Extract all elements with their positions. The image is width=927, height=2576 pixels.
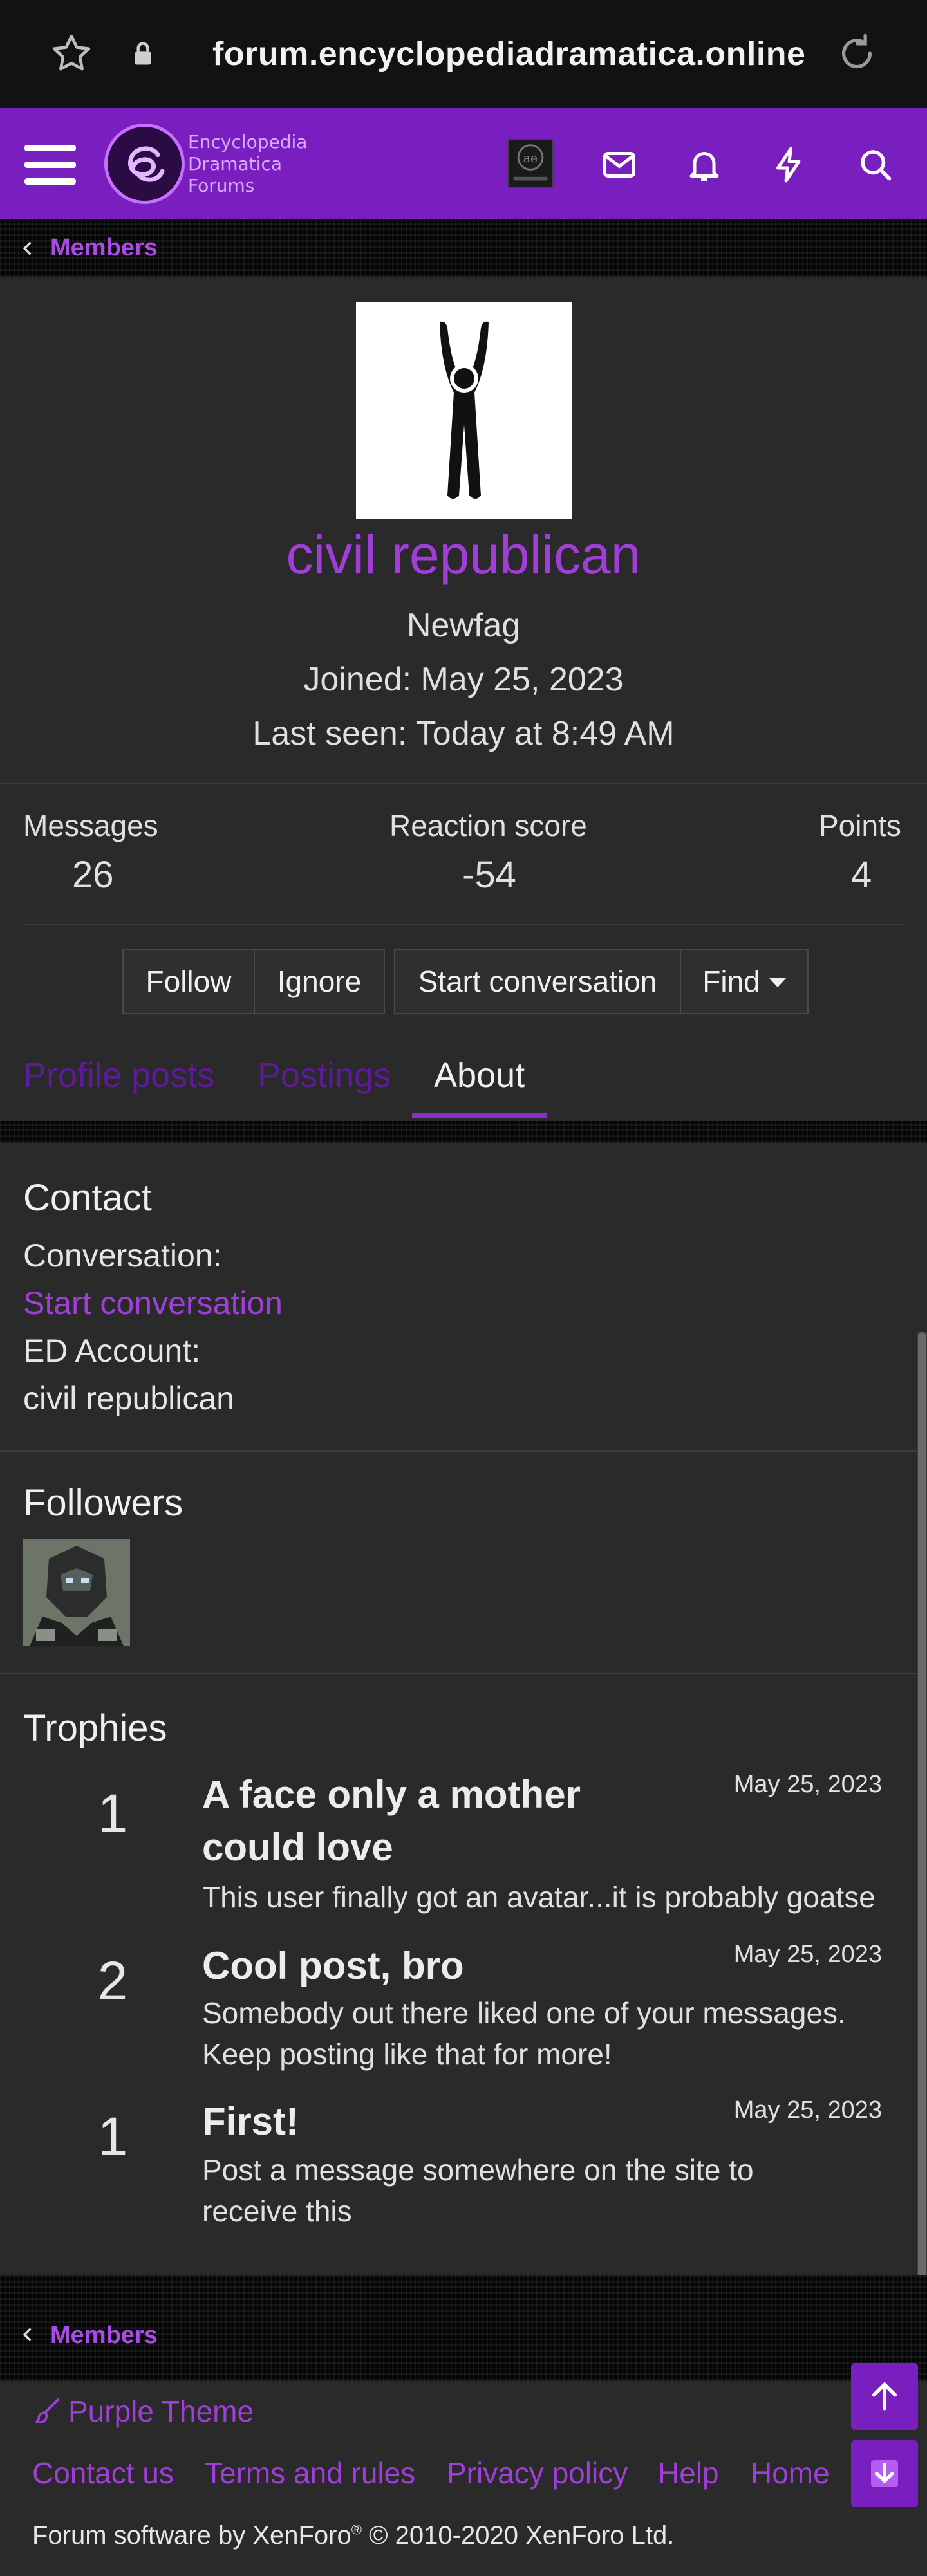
conversation-label: Conversation:: [23, 1237, 222, 1274]
trophy-title: A face only a mother could love: [202, 1773, 581, 1869]
profile-username[interactable]: civil republican: [0, 524, 927, 586]
stat-value-points[interactable]: 4: [851, 853, 872, 896]
trophy-description: This user finally got an avatar...it is …: [202, 1880, 876, 1914]
footer-link-help[interactable]: Help: [658, 2456, 719, 2490]
trophy-description: Post a message somewhere on the site to …: [202, 2153, 754, 2228]
trophy-points: 1: [97, 1783, 128, 1844]
start-conversation-button[interactable]: Start conversation: [394, 949, 681, 1014]
copyright-reg: ®: [351, 2521, 362, 2538]
stat-label-messages: Messages: [23, 809, 158, 842]
stat-label-points: Points: [819, 809, 901, 842]
followers-heading: Followers: [23, 1482, 183, 1524]
arrow-up-icon: [872, 2382, 897, 2411]
theme-label: Purple Theme: [68, 2395, 254, 2428]
trophy-title: First!: [202, 2100, 299, 2143]
contact-heading: Contact: [23, 1177, 152, 1219]
logo-text: Encyclopedia Dramatica Forums: [188, 131, 307, 197]
breadcrumb-link-members[interactable]: Members: [50, 234, 158, 262]
joined-date: Joined: May 25, 2023: [303, 661, 624, 698]
brush-icon: [35, 2398, 59, 2423]
copyright-post: © 2010-2020 XenForo Ltd.: [361, 2521, 675, 2550]
follower-avatar[interactable]: [23, 1539, 130, 1646]
footer-link-contact-us[interactable]: Contact us: [32, 2456, 174, 2490]
logo-line: Forums: [188, 175, 255, 196]
follower-avatar-image: [23, 1539, 130, 1646]
url-text[interactable]: forum.encyclopediadramatica.online: [212, 35, 805, 73]
tab-postings[interactable]: Postings: [258, 1055, 391, 1095]
trophy-points: 1: [97, 2106, 128, 2167]
trophy-date: May 25, 2023: [733, 1771, 882, 1798]
user-avatar-button[interactable]: ae: [507, 139, 554, 188]
trophies-heading: Trophies: [23, 1707, 167, 1749]
site-logo[interactable]: [104, 124, 185, 204]
logo-line: Dramatica: [188, 153, 282, 174]
stat-label-reaction-score: Reaction score: [389, 809, 587, 842]
divider: [0, 1673, 917, 1674]
breadcrumb-bottom: Members: [0, 2275, 927, 2381]
chevron-left-icon: [23, 241, 32, 255]
footer-link-privacy[interactable]: Privacy policy: [447, 2456, 628, 2490]
divider: [0, 783, 927, 784]
follow-button[interactable]: Follow: [122, 949, 255, 1014]
breadcrumb: Members: [0, 219, 927, 277]
tab-profile-posts[interactable]: Profile posts: [23, 1055, 214, 1095]
scroll-to-top-button[interactable]: [851, 2363, 918, 2430]
user-title: Newfag: [406, 607, 521, 644]
stat-value-reaction-score[interactable]: -54: [462, 853, 516, 896]
ed-account-value: civil republican: [23, 1380, 234, 1416]
trophy-date: May 25, 2023: [733, 2097, 882, 2124]
caret-down-icon: [769, 978, 786, 987]
trophy-date: May 25, 2023: [733, 1941, 882, 1968]
start-conversation-link[interactable]: Start conversation: [23, 1284, 283, 1322]
scrollbar-thumb[interactable]: [918, 1332, 926, 2387]
reload-icon[interactable]: [834, 31, 879, 76]
section-separator: [0, 1121, 927, 1143]
active-tab-indicator: [412, 1113, 547, 1118]
divider: [0, 1450, 917, 1452]
logo-mark-icon: [128, 146, 165, 182]
star-icon[interactable]: [49, 31, 94, 76]
bolt-icon[interactable]: [770, 145, 809, 184]
find-label: Find: [702, 965, 760, 998]
copyright-pre: Forum software by XenForo: [32, 2521, 351, 2550]
chevron-left-icon: [23, 2328, 32, 2342]
copyright: Forum software by XenForo® © 2010-2020 X…: [32, 2521, 674, 2550]
breadcrumb-link-members[interactable]: Members: [50, 2322, 158, 2349]
ed-account-label: ED Account:: [23, 1333, 201, 1369]
footer-link-terms[interactable]: Terms and rules: [205, 2456, 415, 2490]
last-seen: Last seen: Today at 8:49 AM: [252, 715, 675, 752]
trophy-description: Somebody out there liked one of your mes…: [202, 1996, 846, 2071]
arrow-down-icon: [871, 2460, 898, 2487]
footer-link-home[interactable]: Home: [751, 2456, 830, 2490]
bell-icon[interactable]: [685, 145, 724, 184]
browser-url-bar: forum.encyclopediadramatica.online: [0, 0, 927, 108]
scroll-to-bottom-button[interactable]: [851, 2440, 918, 2507]
divider: [23, 924, 904, 925]
theme-chooser[interactable]: Purple Theme: [32, 2394, 254, 2429]
top-navigation: Encyclopedia Dramatica Forums ae: [0, 108, 927, 219]
avatar-image: ae: [513, 144, 548, 181]
trophy-points: 2: [97, 1951, 128, 2011]
trophy-title: Cool post, bro: [202, 1944, 464, 1987]
find-dropdown-button[interactable]: Find: [680, 949, 809, 1014]
profile-avatar[interactable]: [356, 302, 572, 519]
search-icon[interactable]: [856, 145, 895, 184]
tab-about[interactable]: About: [434, 1055, 525, 1095]
logo-line: Encyclopedia: [188, 131, 308, 153]
stat-value-messages[interactable]: 26: [72, 853, 114, 896]
lock-icon: [135, 42, 151, 65]
mail-icon[interactable]: [600, 145, 639, 184]
avatar-mark: ae: [523, 151, 538, 165]
ignore-button[interactable]: Ignore: [254, 949, 385, 1014]
humanist-figure-image: [440, 321, 489, 499]
menu-icon[interactable]: [24, 142, 76, 187]
